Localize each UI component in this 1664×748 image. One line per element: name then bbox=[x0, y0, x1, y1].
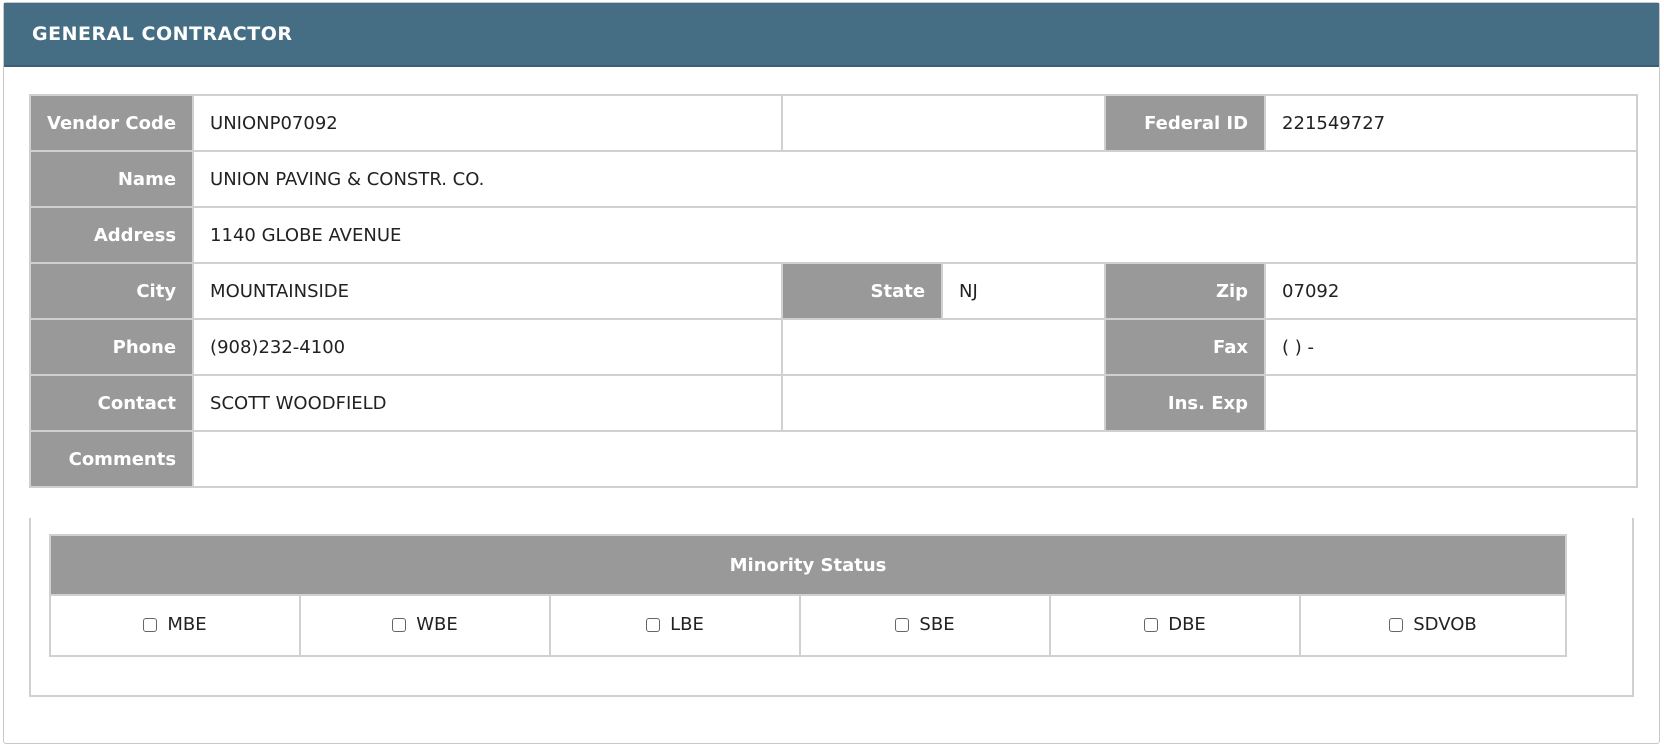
mbe-option[interactable]: MBE bbox=[49, 594, 301, 657]
table-row: City MOUNTAINSIDE State NJ Zip 07092 bbox=[28, 262, 1639, 320]
ins-exp-label: Ins. Exp bbox=[1104, 374, 1267, 432]
sbe-checkbox[interactable] bbox=[895, 617, 910, 632]
empty-cell bbox=[781, 94, 1107, 152]
minority-status-title: Minority Status bbox=[49, 534, 1567, 596]
contact-label: Contact bbox=[28, 374, 195, 432]
name-value: UNION PAVING & CONSTR. CO. bbox=[192, 150, 1639, 208]
fax-label: Fax bbox=[1104, 318, 1267, 376]
wbe-option[interactable]: WBE bbox=[299, 594, 551, 657]
table-row: Comments bbox=[28, 430, 1639, 488]
state-value: NJ bbox=[941, 262, 1107, 320]
name-label: Name bbox=[28, 150, 195, 208]
table-row: Phone (908)232-4100 Fax ( ) - bbox=[28, 318, 1639, 376]
wbe-label: WBE bbox=[416, 614, 458, 636]
empty-cell bbox=[781, 374, 1107, 432]
mbe-label: MBE bbox=[167, 614, 207, 636]
minority-status-table: Minority Status MBE WBE LBE SBE DBE SDVO… bbox=[49, 534, 1567, 657]
zip-value: 07092 bbox=[1264, 262, 1639, 320]
state-label: State bbox=[781, 262, 944, 320]
city-label: City bbox=[28, 262, 195, 320]
table-row: Contact SCOTT WOODFIELD Ins. Exp bbox=[28, 374, 1639, 432]
lbe-option[interactable]: LBE bbox=[549, 594, 801, 657]
panel-title: GENERAL CONTRACTOR bbox=[4, 3, 1659, 67]
wbe-checkbox[interactable] bbox=[392, 617, 407, 632]
table-row: Address 1140 GLOBE AVENUE bbox=[28, 206, 1639, 264]
sdvob-checkbox[interactable] bbox=[1389, 617, 1404, 632]
contractor-info-table: Vendor Code UNIONP07092 Federal ID 22154… bbox=[28, 94, 1639, 488]
mbe-checkbox[interactable] bbox=[143, 617, 158, 632]
sdvob-option[interactable]: SDVOB bbox=[1299, 594, 1567, 657]
city-value: MOUNTAINSIDE bbox=[192, 262, 784, 320]
dbe-checkbox[interactable] bbox=[1144, 617, 1159, 632]
table-row: Vendor Code UNIONP07092 Federal ID 22154… bbox=[28, 94, 1639, 152]
vendor-code-label: Vendor Code bbox=[28, 94, 195, 152]
sbe-option[interactable]: SBE bbox=[799, 594, 1051, 657]
ins-exp-value bbox=[1264, 374, 1639, 432]
sbe-label: SBE bbox=[919, 614, 955, 636]
fax-value: ( ) - bbox=[1264, 318, 1639, 376]
address-label: Address bbox=[28, 206, 195, 264]
phone-label: Phone bbox=[28, 318, 195, 376]
federal-id-value: 221549727 bbox=[1264, 94, 1639, 152]
zip-label: Zip bbox=[1104, 262, 1267, 320]
dbe-label: DBE bbox=[1168, 614, 1206, 636]
lbe-checkbox[interactable] bbox=[646, 617, 661, 632]
sdvob-label: SDVOB bbox=[1413, 614, 1477, 636]
comments-value bbox=[192, 430, 1639, 488]
dbe-option[interactable]: DBE bbox=[1049, 594, 1301, 657]
empty-cell bbox=[781, 318, 1107, 376]
comments-label: Comments bbox=[28, 430, 195, 488]
address-value: 1140 GLOBE AVENUE bbox=[192, 206, 1639, 264]
contact-value: SCOTT WOODFIELD bbox=[192, 374, 784, 432]
lbe-label: LBE bbox=[670, 614, 704, 636]
table-row: Name UNION PAVING & CONSTR. CO. bbox=[28, 150, 1639, 208]
vendor-code-value: UNIONP07092 bbox=[192, 94, 784, 152]
federal-id-label: Federal ID bbox=[1104, 94, 1267, 152]
phone-value: (908)232-4100 bbox=[192, 318, 784, 376]
